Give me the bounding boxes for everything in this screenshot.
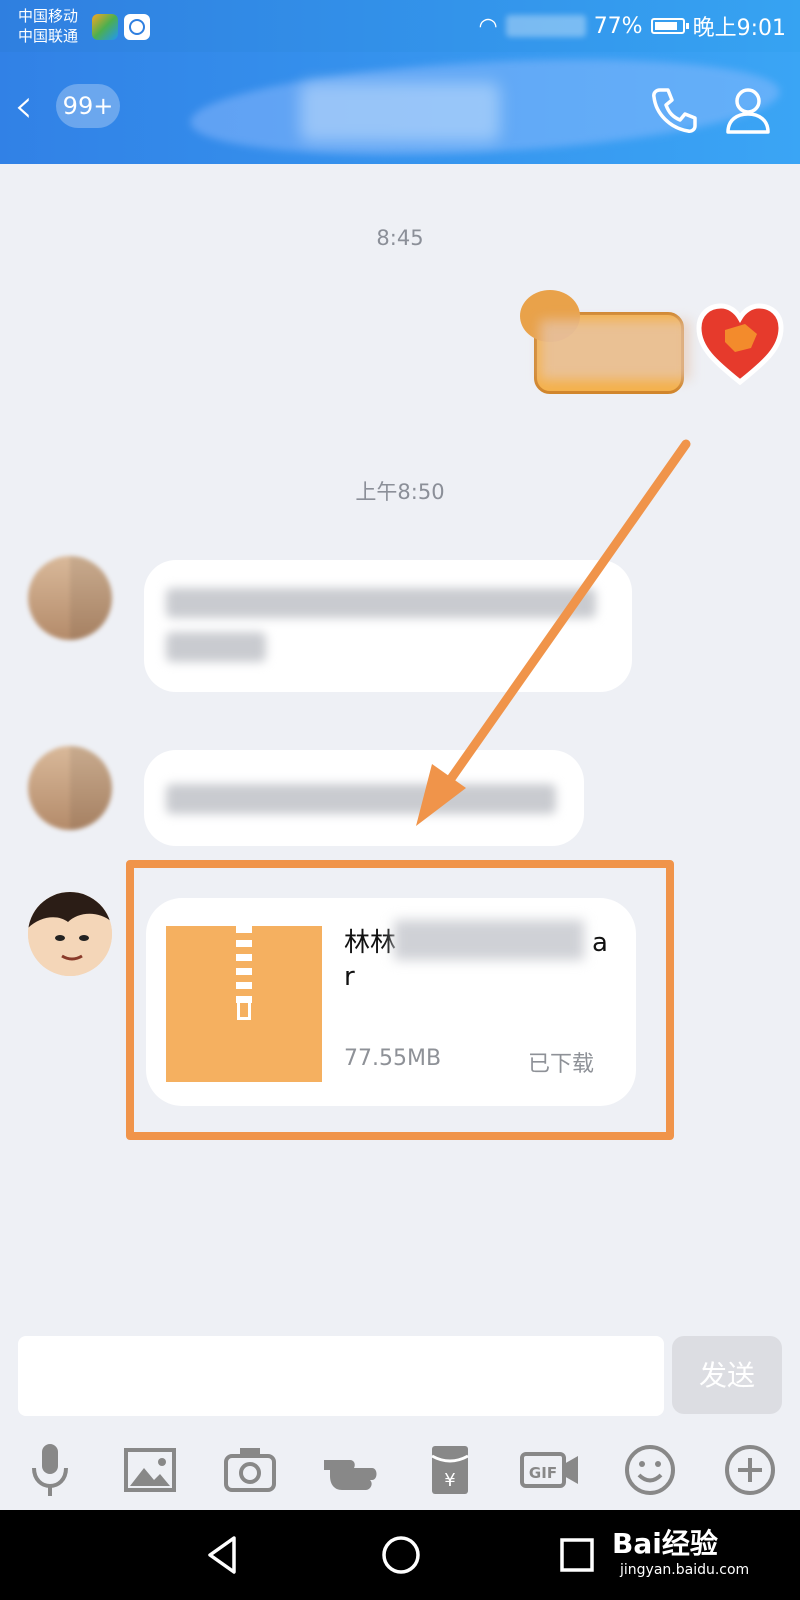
watermark-url: jingyan.baidu.com: [620, 1562, 750, 1578]
app-notification-icon: [124, 14, 150, 40]
chevron-left-icon[interactable]: ‹: [14, 78, 33, 134]
poke-icon[interactable]: [320, 1440, 380, 1500]
carrier-1: 中国移动: [18, 7, 79, 25]
redacted-text: [394, 920, 584, 960]
zipper-icon: [236, 926, 252, 1008]
watermark-brand: Bai经验: [612, 1527, 718, 1560]
phone-icon[interactable]: [646, 82, 702, 138]
home-circle-icon[interactable]: [376, 1530, 426, 1580]
message-bubble[interactable]: [144, 750, 584, 846]
camera-icon[interactable]: [220, 1440, 280, 1500]
image-icon[interactable]: [120, 1440, 180, 1500]
carrier-2: 中国联通: [18, 27, 79, 45]
file-download-status: 已下载: [528, 1052, 595, 1077]
unread-badge[interactable]: 99+: [56, 84, 120, 128]
message-bubble[interactable]: [144, 560, 632, 692]
emoji-icon[interactable]: [620, 1440, 680, 1500]
avatar[interactable]: [28, 556, 112, 640]
recents-square-icon[interactable]: [552, 1530, 602, 1580]
send-button[interactable]: 发送: [672, 1336, 782, 1414]
status-indicators: ◠ 77% 晚上9:01: [478, 10, 786, 42]
file-size: 77.55MB: [344, 1046, 442, 1071]
cartoon-face-icon: [28, 892, 112, 976]
message-timestamp: 上午8:50: [355, 480, 445, 504]
redacted-text: [166, 784, 556, 814]
signal-icon: [505, 15, 586, 37]
sticker-message[interactable]: [520, 290, 784, 410]
avatar[interactable]: [28, 746, 112, 830]
battery-icon: [650, 18, 689, 34]
chat-header: ‹ 99+: [0, 46, 800, 168]
message-timestamp: 8:45: [376, 226, 424, 250]
input-toolbar: ¥ GIF: [0, 1440, 800, 1514]
back-triangle-icon[interactable]: [198, 1530, 248, 1580]
contact-title: [300, 82, 500, 142]
plus-icon[interactable]: [720, 1440, 780, 1500]
redacted-text: [166, 588, 596, 618]
profile-icon[interactable]: [720, 82, 776, 138]
message-input[interactable]: [18, 1336, 664, 1416]
app-notification-icon: [92, 14, 118, 40]
zipper-pull-icon: [237, 1000, 251, 1020]
svg-text:¥: ¥: [444, 1470, 455, 1491]
redacted-text: [540, 320, 690, 380]
wifi-icon: ◠: [478, 13, 498, 39]
red-packet-icon[interactable]: ¥: [420, 1440, 480, 1500]
file-name-prefix: 林林: [344, 928, 397, 958]
microphone-icon[interactable]: [20, 1440, 80, 1500]
heart-map-icon: [696, 303, 784, 386]
clock: 晚上9:01: [692, 16, 786, 41]
redacted-text: [166, 632, 266, 662]
avatar[interactable]: [28, 892, 112, 976]
gif-icon[interactable]: GIF: [520, 1440, 580, 1500]
status-bar: 中国移动 中国联通 ◠ 77% 晚上9:01: [0, 0, 800, 52]
battery-percent: 77%: [593, 13, 643, 39]
svg-text:GIF: GIF: [529, 1464, 557, 1482]
carrier-labels: 中国移动 中国联通: [18, 6, 78, 46]
